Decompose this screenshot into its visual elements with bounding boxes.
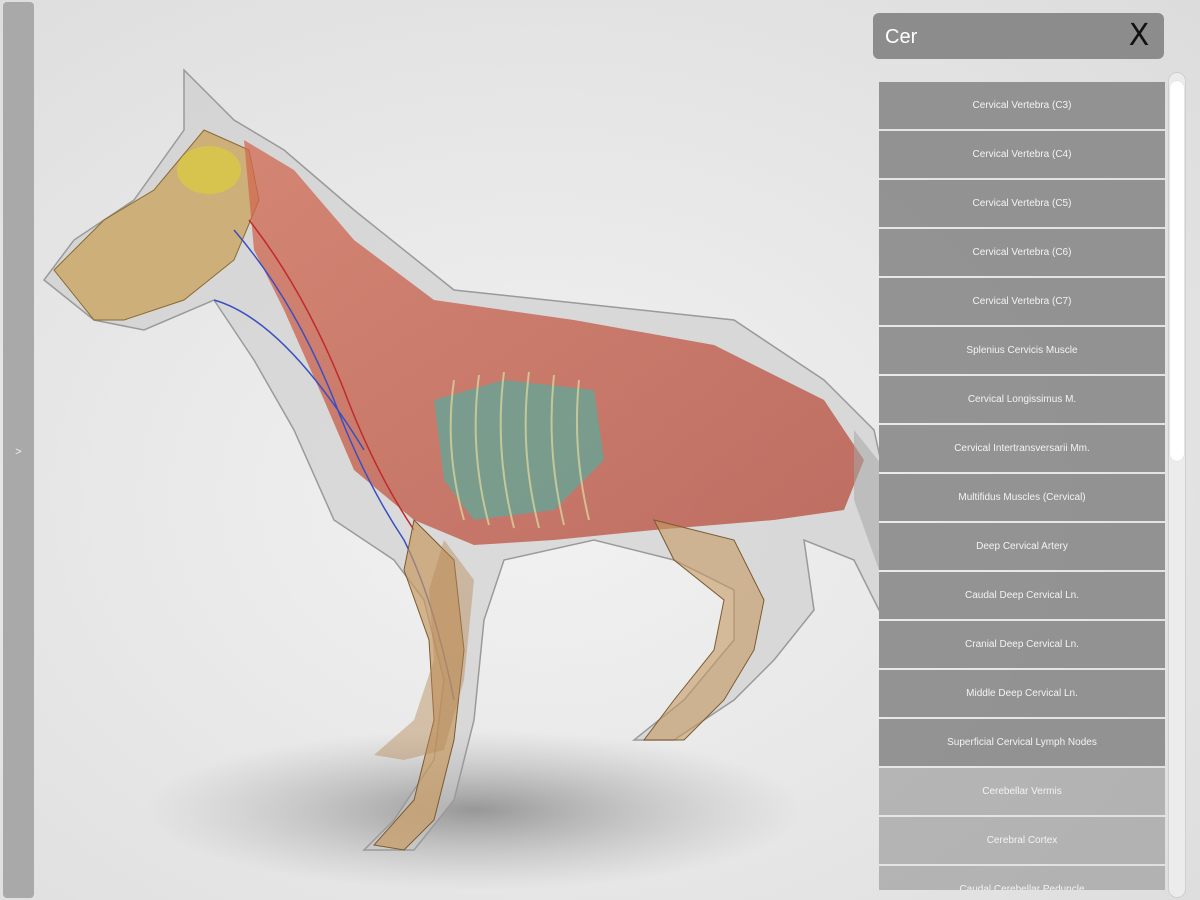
search-result-item[interactable]: Cranial Deep Cervical Ln.: [879, 621, 1165, 668]
search-result-item[interactable]: Splenius Cervicis Muscle: [879, 327, 1165, 374]
brain: [177, 146, 241, 194]
anatomy-3d-viewport[interactable]: [34, 0, 879, 900]
search-results-list[interactable]: Cervical Vertebra (C3) Cervical Vertebra …: [879, 82, 1165, 890]
search-result-item[interactable]: Deep Cervical Artery: [879, 523, 1165, 570]
search-result-item[interactable]: Cerebral Cortex: [879, 817, 1165, 864]
left-panel-rail[interactable]: >: [3, 2, 34, 898]
search-result-item[interactable]: Cervical Vertebra (C4): [879, 131, 1165, 178]
search-result-item[interactable]: Caudal Deep Cervical Ln.: [879, 572, 1165, 619]
search-result-item[interactable]: Cervical Vertebra (C5): [879, 180, 1165, 227]
search-result-item[interactable]: Middle Deep Cervical Ln.: [879, 670, 1165, 717]
search-bar: X: [873, 13, 1164, 59]
search-result-item[interactable]: Cervical Vertebra (C6): [879, 229, 1165, 276]
search-result-item[interactable]: Caudal Cerebellar Peduncle: [879, 866, 1165, 890]
results-scrollbar[interactable]: [1168, 72, 1186, 898]
search-result-item[interactable]: Cervical Longissimus M.: [879, 376, 1165, 423]
results-scrollbar-thumb[interactable]: [1170, 81, 1184, 461]
search-result-item[interactable]: Multifidus Muscles (Cervical): [879, 474, 1165, 521]
expand-panel-toggle[interactable]: >: [3, 438, 34, 466]
search-input[interactable]: [883, 22, 1117, 52]
search-result-item[interactable]: Cervical Vertebra (C7): [879, 278, 1165, 325]
floor-shadow: [144, 730, 804, 890]
clear-search-button[interactable]: X: [1122, 19, 1156, 53]
search-result-item[interactable]: Cervical Vertebra (C3): [879, 82, 1165, 129]
search-result-item[interactable]: Superficial Cervical Lymph Nodes: [879, 719, 1165, 766]
search-result-item[interactable]: Cerebellar Vermis: [879, 768, 1165, 815]
dog-anatomy-model[interactable]: [34, 0, 879, 900]
search-result-item[interactable]: Cervical Intertransversarii Mm.: [879, 425, 1165, 472]
